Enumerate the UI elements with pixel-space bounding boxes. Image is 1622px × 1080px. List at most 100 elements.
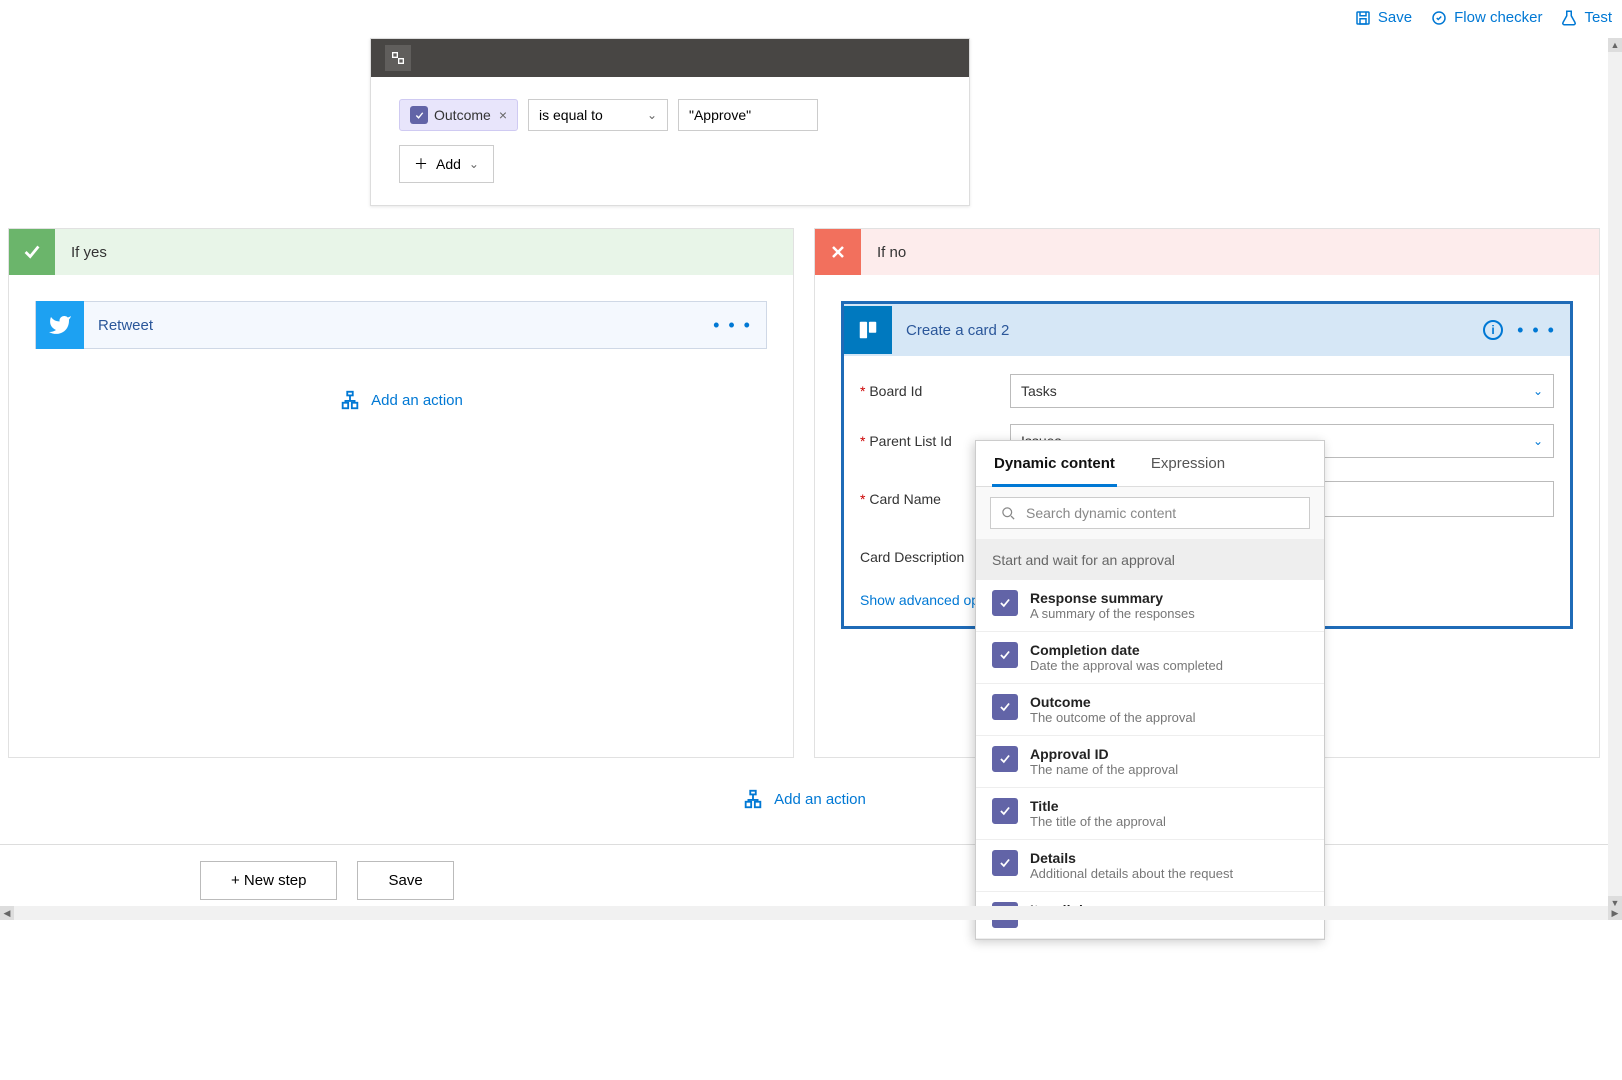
- flow-checker-icon: [1430, 9, 1448, 27]
- dynamic-item-title: Approval ID: [1030, 746, 1178, 762]
- create-card-header[interactable]: Create a card 2 i • • •: [844, 304, 1570, 356]
- board-id-row: Board Id Tasks ⌄: [860, 366, 1554, 416]
- check-icon: [9, 229, 55, 275]
- retweet-title: Retweet: [84, 317, 713, 334]
- dynamic-item[interactable]: Outcome The outcome of the approval: [976, 684, 1324, 736]
- search-icon: [1001, 506, 1016, 521]
- trello-icon: [844, 306, 892, 354]
- dynamic-item-desc: The outcome of the approval: [1030, 710, 1196, 725]
- condition-body: Outcome × is equal to ⌄ "Approve" ＋ Add …: [371, 77, 969, 205]
- dynamic-tabs: Dynamic content Expression: [976, 441, 1324, 487]
- dynamic-item-title: Details: [1030, 850, 1233, 866]
- dynamic-item-title: Title: [1030, 798, 1166, 814]
- new-step-button[interactable]: + New step: [200, 861, 337, 900]
- save-step-label: Save: [388, 872, 422, 889]
- approval-token-icon: [992, 642, 1018, 668]
- dynamic-search-row: Search dynamic content: [976, 487, 1324, 540]
- branch-yes-header[interactable]: If yes: [9, 229, 793, 275]
- dynamic-item[interactable]: Details Additional details about the req…: [976, 840, 1324, 892]
- approval-token-icon: [410, 106, 428, 124]
- board-id-select[interactable]: Tasks ⌄: [1010, 374, 1554, 408]
- dynamic-item[interactable]: Title The title of the approval: [976, 788, 1324, 840]
- condition-add-label: Add: [436, 156, 461, 172]
- new-step-label: + New step: [231, 872, 306, 889]
- retweet-menu-icon[interactable]: • • •: [713, 315, 752, 336]
- condition-branches: If yes Retweet • • • Add an action: [8, 228, 1600, 758]
- chevron-down-icon: ⌄: [469, 157, 479, 171]
- info-icon[interactable]: i: [1483, 320, 1503, 340]
- dynamic-items-list: Response summary A summary of the respon…: [976, 580, 1324, 939]
- test-label: Test: [1584, 9, 1612, 26]
- dynamic-item-text: Title The title of the approval: [1030, 798, 1166, 829]
- retweet-action[interactable]: Retweet • • •: [35, 301, 767, 349]
- dynamic-item-desc: The title of the approval: [1030, 814, 1166, 829]
- save-button[interactable]: Save: [1354, 9, 1412, 27]
- dynamic-item-text: Details Additional details about the req…: [1030, 850, 1233, 881]
- tab-expression[interactable]: Expression: [1133, 441, 1243, 486]
- branch-no-header[interactable]: If no: [815, 229, 1599, 275]
- twitter-icon: [36, 301, 84, 349]
- vertical-scrollbar[interactable]: ▲ ▼: [1608, 38, 1622, 910]
- dynamic-item-text: Completion date Date the approval was co…: [1030, 642, 1223, 673]
- branch-yes: If yes Retweet • • • Add an action: [8, 228, 794, 758]
- tab-expression-label: Expression: [1151, 455, 1225, 472]
- save-icon: [1354, 9, 1372, 27]
- condition-value-input[interactable]: "Approve": [678, 99, 818, 131]
- add-action-yes[interactable]: Add an action: [35, 369, 767, 431]
- condition-token-label: Outcome: [434, 107, 491, 123]
- dynamic-section-label: Start and wait for an approval: [992, 552, 1175, 568]
- approval-token-icon: [992, 694, 1018, 720]
- dynamic-item-title: Outcome: [1030, 694, 1196, 710]
- condition-token[interactable]: Outcome ×: [399, 99, 518, 131]
- branch-no-label: If no: [877, 244, 906, 261]
- plus-icon: ＋: [414, 154, 428, 174]
- dynamic-item-desc: The name of the approval: [1030, 762, 1178, 777]
- scroll-right-icon[interactable]: ▶: [1608, 906, 1622, 920]
- condition-operator-value: is equal to: [539, 107, 603, 123]
- chevron-down-icon: ⌄: [1533, 384, 1543, 398]
- approval-token-icon: [992, 590, 1018, 616]
- dynamic-item[interactable]: Response summary A summary of the respon…: [976, 580, 1324, 632]
- condition-card[interactable]: Condition 2 Outcome × is equal to ⌄ "App…: [370, 38, 970, 206]
- condition-value-text: "Approve": [689, 107, 751, 123]
- remove-token-icon[interactable]: ×: [499, 107, 507, 123]
- close-icon: [815, 229, 861, 275]
- board-id-label: Board Id: [860, 383, 1010, 399]
- condition-add-button[interactable]: ＋ Add ⌄: [399, 145, 494, 183]
- condition-row: Outcome × is equal to ⌄ "Approve": [399, 99, 941, 131]
- dynamic-search-placeholder: Search dynamic content: [1026, 505, 1176, 521]
- dynamic-item[interactable]: Approval ID The name of the approval: [976, 736, 1324, 788]
- create-card-title: Create a card 2: [892, 322, 1483, 339]
- tab-dynamic-label: Dynamic content: [994, 455, 1115, 472]
- test-button[interactable]: Test: [1560, 9, 1612, 27]
- condition-header[interactable]: Condition 2: [371, 39, 969, 77]
- condition-icon: [385, 45, 411, 71]
- flow-canvas: Condition 2 Outcome × is equal to ⌄ "App…: [0, 38, 1608, 1080]
- chevron-down-icon: ⌄: [1533, 434, 1543, 448]
- dynamic-item-text: Approval ID The name of the approval: [1030, 746, 1178, 777]
- add-action-yes-label: Add an action: [371, 392, 463, 409]
- scroll-left-icon[interactable]: ◀: [0, 906, 14, 920]
- branch-yes-label: If yes: [71, 244, 107, 261]
- create-card-menu-icon[interactable]: • • •: [1517, 320, 1556, 341]
- dynamic-item[interactable]: Completion date Date the approval was co…: [976, 632, 1324, 684]
- horizontal-scrollbar[interactable]: ◀ ▶: [0, 906, 1622, 920]
- tab-dynamic-content[interactable]: Dynamic content: [976, 441, 1133, 486]
- save-label: Save: [1378, 9, 1412, 26]
- footer-bar: + New step Save: [0, 844, 1608, 900]
- scroll-up-icon[interactable]: ▲: [1608, 38, 1622, 52]
- dynamic-item-title: Completion date: [1030, 642, 1223, 658]
- dynamic-content-panel: Dynamic content Expression Search dynami…: [975, 440, 1325, 940]
- approval-token-icon: [992, 850, 1018, 876]
- save-step-button[interactable]: Save: [357, 861, 453, 900]
- board-id-value: Tasks: [1021, 383, 1057, 399]
- approval-token-icon: [992, 798, 1018, 824]
- flow-checker-button[interactable]: Flow checker: [1430, 9, 1542, 27]
- add-action-center[interactable]: Add an action: [0, 768, 1608, 830]
- dynamic-item-text: Response summary A summary of the respon…: [1030, 590, 1195, 621]
- dynamic-section-header: Start and wait for an approval: [976, 540, 1324, 580]
- dynamic-search-input[interactable]: Search dynamic content: [990, 497, 1310, 529]
- dynamic-item-title: Response summary: [1030, 590, 1195, 606]
- condition-operator-select[interactable]: is equal to ⌄: [528, 99, 668, 131]
- add-action-icon: [742, 788, 764, 810]
